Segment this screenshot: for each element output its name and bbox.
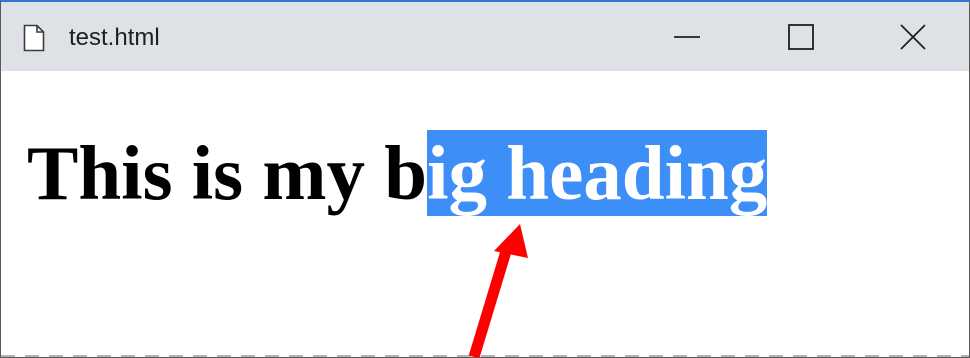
close-button[interactable]: [873, 2, 953, 71]
page-content: This is my big heading: [1, 71, 969, 357]
close-icon: [900, 23, 926, 50]
window-title: test.html: [69, 24, 160, 51]
maximize-button[interactable]: [761, 2, 841, 71]
heading-selected-text[interactable]: ig heading: [427, 130, 768, 216]
minimize-button[interactable]: [647, 2, 727, 71]
title-bar[interactable]: test.html: [1, 2, 969, 71]
page-heading[interactable]: This is my big heading: [27, 129, 768, 217]
maximize-icon: [788, 23, 814, 50]
minimize-icon: [674, 35, 700, 38]
document-icon: [23, 24, 45, 52]
heading-unselected-text: This is my b: [27, 130, 428, 216]
browser-window: test.html This is my big heading: [0, 0, 970, 358]
